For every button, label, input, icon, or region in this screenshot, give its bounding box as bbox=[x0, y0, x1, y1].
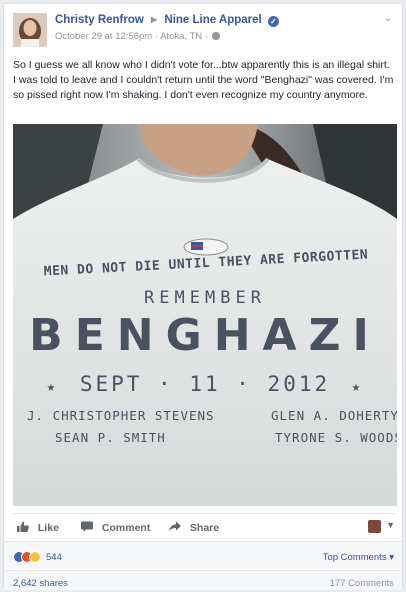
share-button[interactable]: Share bbox=[169, 521, 219, 534]
post-title: Christy Renfrow ▶ Nine Line Apparel ✓ bbox=[55, 14, 279, 27]
post-body: So I guess we all know who I didn't vote… bbox=[13, 59, 394, 101]
share-count[interactable]: 2,642 shares bbox=[13, 578, 68, 589]
shirt-remember: REMEMBER bbox=[144, 288, 266, 308]
comment-button[interactable]: Comment bbox=[81, 521, 150, 534]
post-date[interactable]: October 29 at 12:56pm bbox=[55, 31, 152, 42]
post-meta: October 29 at 12:56pm · Atoka, TN · bbox=[55, 31, 220, 42]
reactions-bar: 544 Top Comments ▾ bbox=[4, 541, 402, 569]
post-location[interactable]: Atoka, TN bbox=[160, 31, 202, 42]
post-photo[interactable]: MEN DO NOT DIE UNTIL THEY ARE FORGOTTEN … bbox=[13, 124, 397, 506]
action-bar: Like Comment Share ▼ bbox=[13, 513, 395, 539]
shirt-name: J. CHRISTOPHER STEVENS bbox=[27, 408, 215, 423]
post-footer: 2,642 shares 177 Comments bbox=[4, 570, 402, 590]
share-icon bbox=[169, 521, 181, 532]
caret-down-icon: ▾ bbox=[389, 552, 394, 563]
arrow-right-icon: ▶ bbox=[151, 15, 158, 24]
globe-icon bbox=[211, 32, 220, 40]
shirt-name: SEAN P. SMITH bbox=[55, 430, 166, 445]
page-name[interactable]: Nine Line Apparel bbox=[164, 14, 261, 26]
shirt-date: SEPT · 11 · 2012 bbox=[79, 372, 331, 396]
comment-icon bbox=[81, 521, 93, 532]
verified-badge-icon: ✓ bbox=[267, 16, 279, 27]
meta-separator: · bbox=[204, 31, 211, 42]
shirt-name: TYRONE S. WOODS bbox=[275, 430, 397, 445]
caret-down-icon[interactable]: ▼ bbox=[386, 520, 395, 530]
top-comments-selector[interactable]: Top Comments ▾ bbox=[323, 552, 394, 563]
star-icon: ★ bbox=[46, 379, 59, 395]
like-button[interactable]: Like bbox=[17, 521, 59, 534]
reaction-count[interactable]: 544 bbox=[46, 552, 62, 563]
author-avatar[interactable] bbox=[13, 13, 47, 47]
post-card: Christy Renfrow ▶ Nine Line Apparel ✓ Oc… bbox=[3, 3, 403, 590]
comment-label: Comment bbox=[101, 522, 151, 534]
post-header: Christy Renfrow ▶ Nine Line Apparel ✓ Oc… bbox=[13, 13, 395, 49]
star-icon: ★ bbox=[351, 379, 364, 395]
shirt-date-row: ★ SEPT · 11 · 2012 ★ bbox=[13, 372, 397, 396]
top-comments-label: Top Comments bbox=[322, 552, 387, 563]
shirt-motto: MEN DO NOT DIE UNTIL THEY ARE FORGOTTEN bbox=[43, 247, 369, 280]
shirt-name: GLEN A. DOHERTY bbox=[271, 408, 397, 423]
wow-reaction-icon[interactable] bbox=[29, 551, 41, 563]
shirt-headline: BENGHAZI bbox=[29, 310, 381, 361]
share-label: Share bbox=[189, 522, 220, 534]
author-name[interactable]: Christy Renfrow bbox=[55, 14, 144, 26]
chevron-down-icon[interactable]: ⌄ bbox=[381, 13, 395, 27]
thumbs-up-icon bbox=[17, 521, 29, 532]
comment-count[interactable]: 177 Comments bbox=[330, 578, 394, 589]
shirt-print: MEN DO NOT DIE UNTIL THEY ARE FORGOTTEN … bbox=[13, 124, 397, 506]
like-label: Like bbox=[37, 522, 59, 534]
share-as-avatar[interactable] bbox=[368, 520, 381, 533]
